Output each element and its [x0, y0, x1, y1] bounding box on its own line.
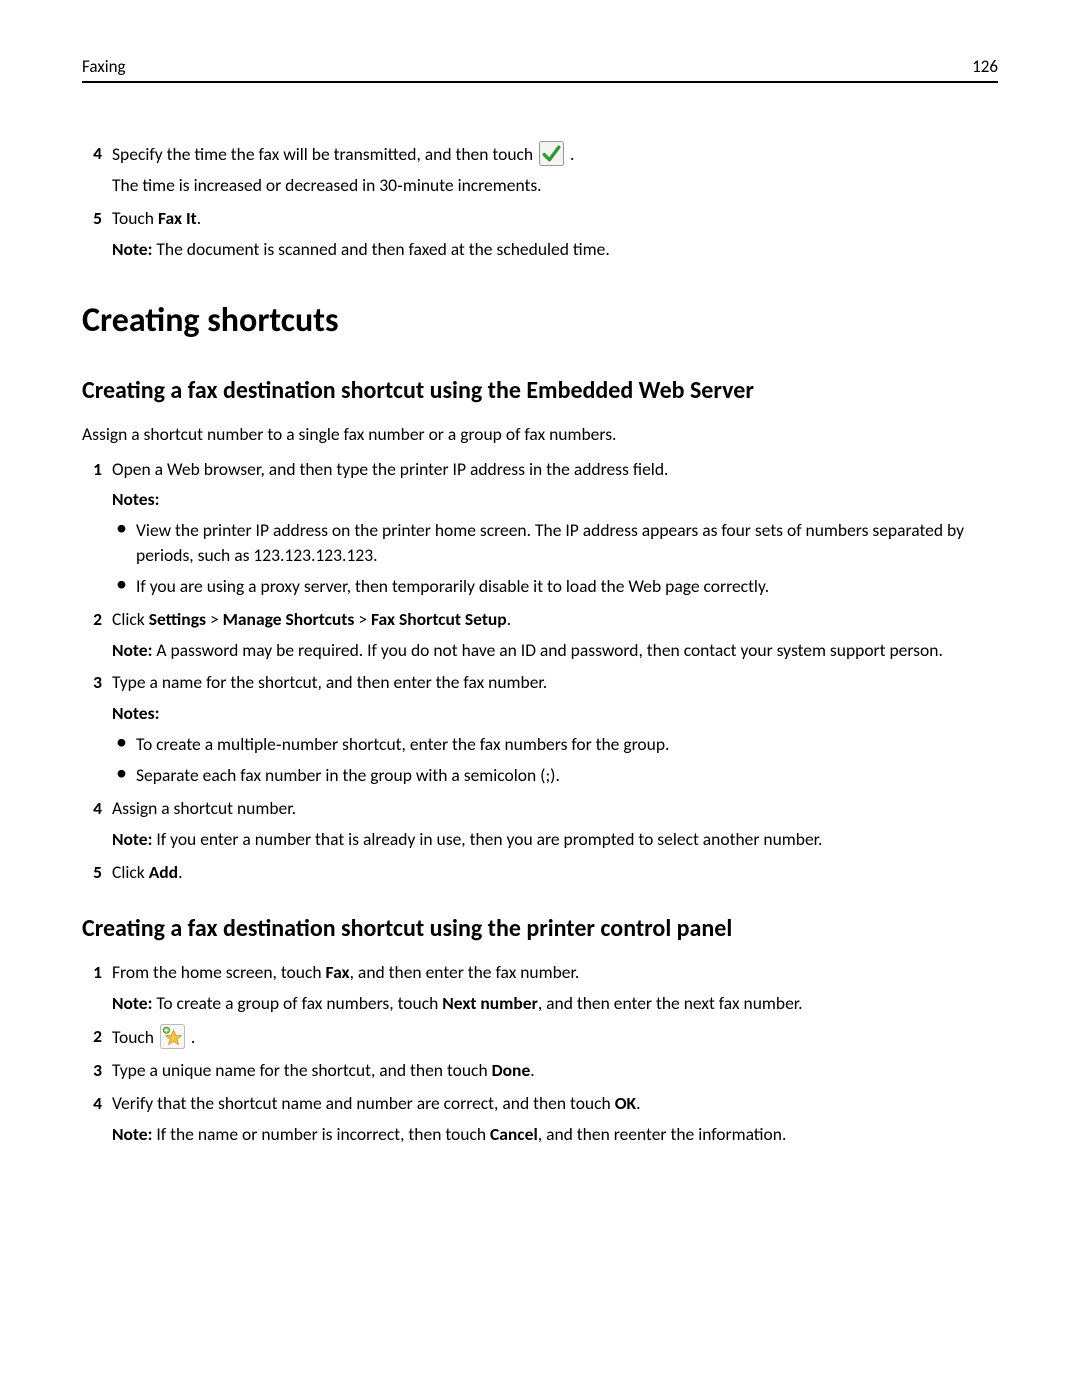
- step-text: Open a Web browser, and then type the pr…: [112, 457, 998, 482]
- bold-text: Next number: [442, 992, 538, 1014]
- notes-label: Notes:: [112, 487, 998, 512]
- note-text: Note: A password may be required. If you…: [112, 638, 998, 663]
- page-content: 4 Specify the time the fax will be transm…: [82, 141, 998, 1147]
- step-item: 1 From the home screen, touch Fax, and th…: [82, 960, 998, 1016]
- step-text: Assign a shortcut number.: [112, 796, 998, 821]
- running-header: Faxing 126: [82, 56, 998, 83]
- document-page: Faxing 126 4 Specify the time the fax wil…: [0, 0, 1080, 1397]
- bold-text: Add: [149, 861, 178, 883]
- subsection-heading-b: Creating a fax destination shortcut usin…: [82, 912, 998, 946]
- bullet-item: If you are using a proxy server, then te…: [136, 574, 998, 599]
- subsection-heading-a: Creating a fax destination shortcut usin…: [82, 374, 998, 408]
- bold-text: OK: [615, 1092, 636, 1114]
- step-item: 2 Touch .: [82, 1024, 998, 1050]
- step-item: 4 Specify the time the fax will be transm…: [82, 141, 998, 198]
- step-body: Type a name for the shortcut, and then e…: [112, 670, 998, 787]
- note-text: Note: The document is scanned and then f…: [112, 237, 998, 262]
- step-item: 3 Type a name for the shortcut, and then …: [82, 670, 998, 787]
- bold-text: Settings: [149, 608, 206, 630]
- header-page-number: 126: [972, 56, 998, 77]
- step-body: Click Add.: [112, 860, 998, 885]
- step-text: Verify that the shortcut name and number…: [112, 1091, 998, 1116]
- step-number: 1: [82, 457, 102, 482]
- bold-text: Note:: [112, 1123, 152, 1145]
- step-text: Touch Fax It.: [112, 206, 998, 231]
- step-number: 1: [82, 960, 102, 985]
- notes-label: Notes:: [112, 701, 998, 726]
- bullet-item: View the printer IP address on the print…: [136, 518, 998, 568]
- step-body: Touch .: [112, 1024, 998, 1050]
- step-text: Touch .: [112, 1024, 998, 1050]
- step-text: Specify the time the fax will be transmi…: [112, 141, 998, 167]
- step-item: 4 Verify that the shortcut name and numbe…: [82, 1091, 998, 1147]
- step-item: 5 Touch Fax It. Note: The document is scan…: [82, 206, 998, 262]
- step-number: 3: [82, 1058, 102, 1083]
- section-heading: Creating shortcuts: [82, 297, 998, 345]
- step-text: Type a name for the shortcut, and then e…: [112, 670, 998, 695]
- step-number: 2: [82, 1024, 102, 1049]
- bold-text: Note:: [112, 238, 152, 260]
- step-text: The time is increased or decreased in 30…: [112, 173, 998, 198]
- step-body: Click Settings > Manage Shortcuts > Fax …: [112, 607, 998, 663]
- step-body: Touch Fax It. Note: The document is scann…: [112, 206, 998, 262]
- step-text: From the home screen, touch Fax, and the…: [112, 960, 998, 985]
- step-number: 2: [82, 607, 102, 632]
- note-text: Note: If you enter a number that is alre…: [112, 827, 998, 852]
- bold-text: Done: [492, 1059, 531, 1081]
- note-text: Note: To create a group of fax numbers, …: [112, 991, 998, 1016]
- note-text: Note: If the name or number is incorrect…: [112, 1122, 998, 1147]
- step-item: 1 Open a Web browser, and then type the p…: [82, 457, 998, 599]
- header-section: Faxing: [82, 56, 126, 77]
- bold-text: Manage Shortcuts: [223, 608, 355, 630]
- step-body: Verify that the shortcut name and number…: [112, 1091, 998, 1147]
- bold-text: Note:: [112, 828, 152, 850]
- step-number: 3: [82, 670, 102, 695]
- section-a-intro: Assign a shortcut number to a single fax…: [82, 422, 998, 447]
- bold-text: Fax It: [158, 207, 197, 229]
- step-text: Click Settings > Manage Shortcuts > Fax …: [112, 607, 998, 632]
- bold-text: Fax: [326, 961, 350, 983]
- checkmark-icon: [539, 141, 564, 166]
- bullet-list: View the printer IP address on the print…: [112, 518, 998, 599]
- step-body: Type a unique name for the shortcut, and…: [112, 1058, 998, 1083]
- step-list-a: 1 Open a Web browser, and then type the p…: [82, 457, 998, 885]
- step-list-top: 4 Specify the time the fax will be transm…: [82, 141, 998, 261]
- bold-text: Fax Shortcut Setup: [371, 608, 507, 630]
- bullet-item: To create a multiple‑number shortcut, en…: [136, 732, 998, 757]
- step-number: 5: [82, 860, 102, 885]
- bullet-item: Separate each fax number in the group wi…: [136, 763, 998, 788]
- step-body: Specify the time the fax will be transmi…: [112, 141, 998, 198]
- bold-text: Note:: [112, 992, 152, 1014]
- step-number: 4: [82, 796, 102, 821]
- step-number: 5: [82, 206, 102, 231]
- step-text: Click Add.: [112, 860, 998, 885]
- step-item: 4 Assign a shortcut number. Note: If you e…: [82, 796, 998, 852]
- step-body: From the home screen, touch Fax, and the…: [112, 960, 998, 1016]
- bullet-list: To create a multiple‑number shortcut, en…: [112, 732, 998, 788]
- step-number: 4: [82, 141, 102, 166]
- step-number: 4: [82, 1091, 102, 1116]
- step-item: 3 Type a unique name for the shortcut, an…: [82, 1058, 998, 1083]
- step-body: Assign a shortcut number. Note: If you en…: [112, 796, 998, 852]
- step-list-b: 1 From the home screen, touch Fax, and th…: [82, 960, 998, 1146]
- step-body: Open a Web browser, and then type the pr…: [112, 457, 998, 599]
- step-item: 5 Click Add.: [82, 860, 998, 885]
- bold-text: Cancel: [490, 1123, 538, 1145]
- step-text: Type a unique name for the shortcut, and…: [112, 1058, 998, 1083]
- bold-text: Note:: [112, 639, 152, 661]
- star-shortcut-icon: [160, 1024, 185, 1049]
- step-item: 2 Click Settings > Manage Shortcuts > Fax…: [82, 607, 998, 663]
